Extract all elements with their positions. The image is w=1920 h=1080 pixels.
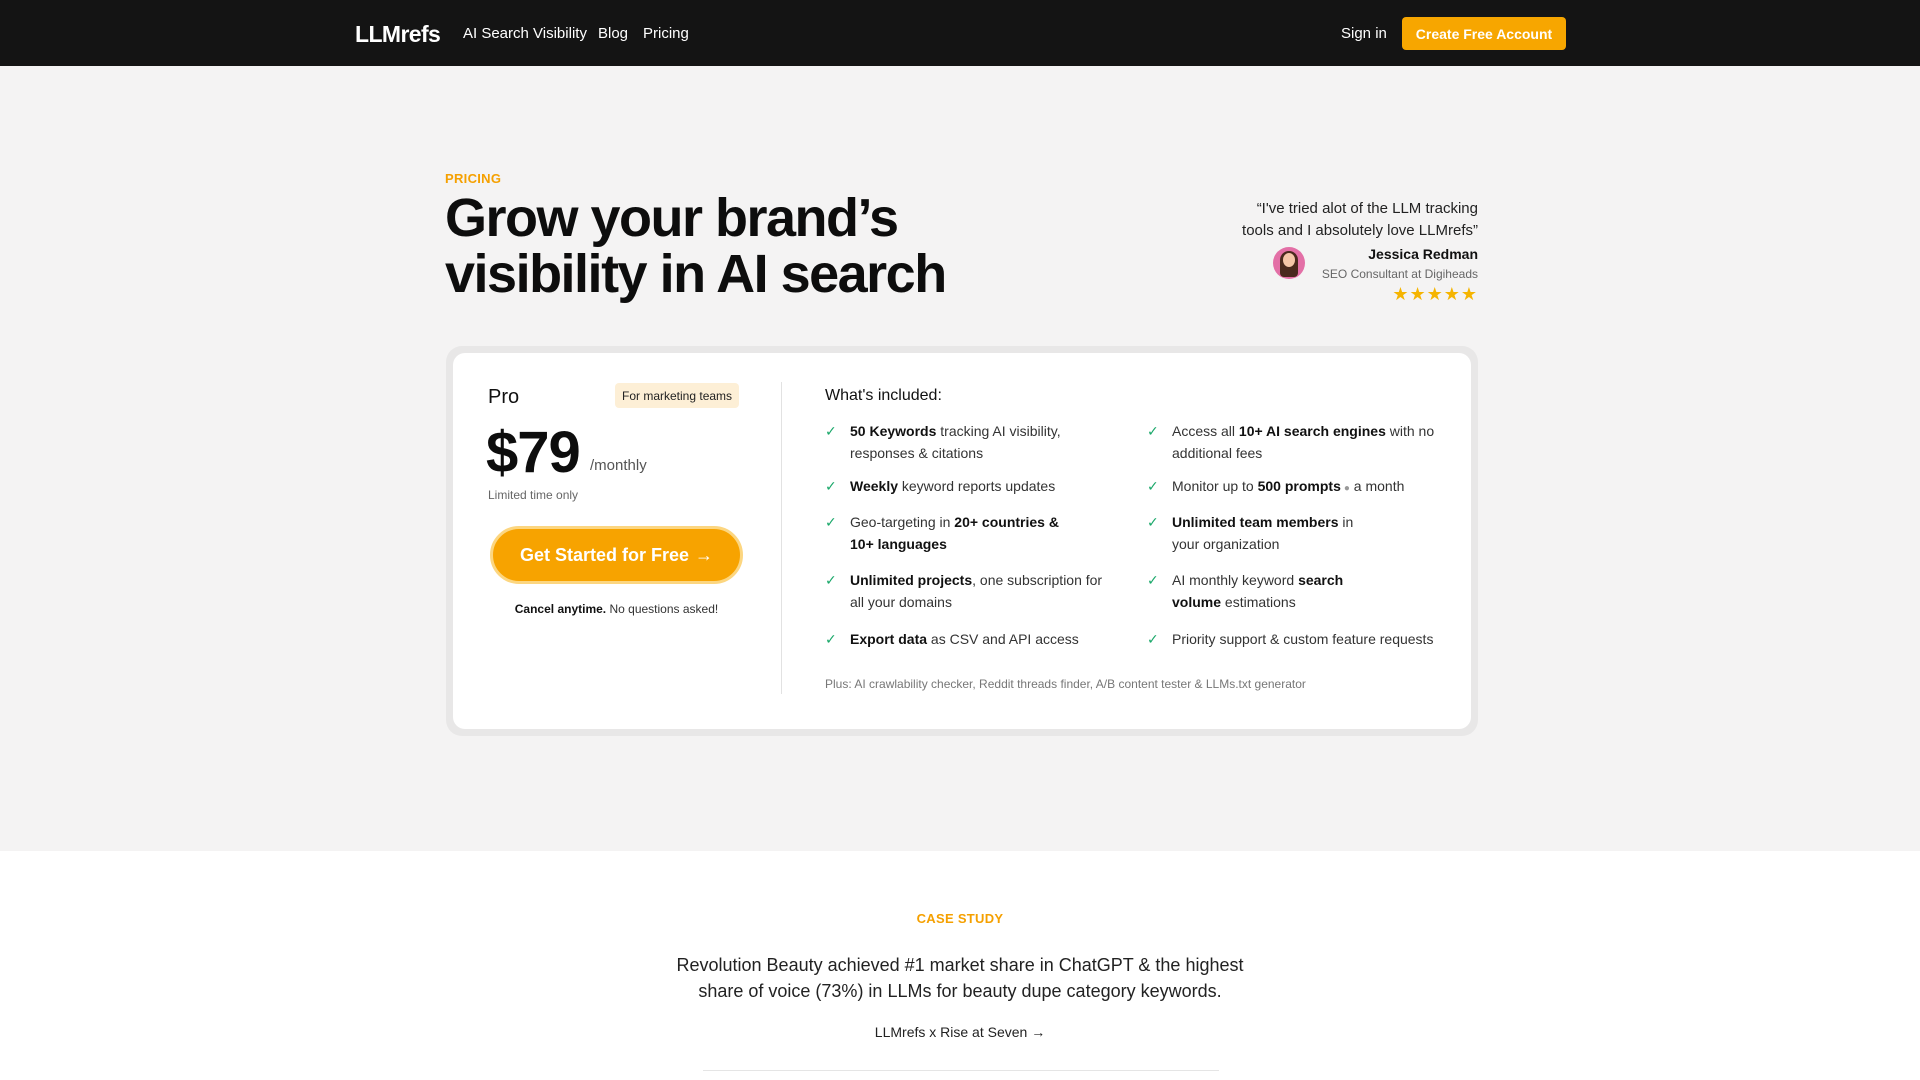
case-study-link[interactable]: LLMrefs x Rise at Seven →	[0, 1024, 1920, 1040]
headline-line-1: Grow your brand’s	[445, 188, 899, 248]
check-icon: ✓	[1147, 572, 1159, 588]
check-icon: ✓	[1147, 423, 1159, 439]
feature-geo: ✓ Geo-targeting in 20+ countries & 10+ la…	[825, 511, 1115, 555]
feature-keywords: ✓ 50 Keywords tracking AI visibility, res…	[825, 420, 1115, 464]
nav-link-pricing[interactable]: Pricing	[643, 25, 689, 42]
star-rating-icon: ★★★★★	[1392, 284, 1478, 304]
feature-export: ✓ Export data as CSV and API access	[825, 628, 1125, 650]
arrow-right-icon: →	[695, 544, 714, 565]
testimonial-quote: “I've tried alot of the LLM tracking too…	[1200, 198, 1478, 242]
testimonial-author: Jessica Redman SEO Consultant at Digihea…	[1200, 246, 1478, 304]
get-started-label: Get Started for Free	[519, 544, 690, 565]
author-role: SEO Consultant at Digiheads	[1321, 267, 1478, 281]
feature-team: ✓ Unlimited team members in your organiza…	[1147, 511, 1447, 555]
author-name: Jessica Redman	[1368, 246, 1478, 262]
card-divider	[781, 382, 782, 694]
section-rule	[703, 1070, 1219, 1071]
quote-line-2: tools and I absolutely love LLMrefs”	[1242, 222, 1478, 239]
case-line-1: Revolution Beauty achieved #1 market sha…	[676, 955, 1244, 975]
quote-line-1: “I've tried alot of the LLM tracking	[1256, 200, 1478, 217]
check-icon: ✓	[825, 514, 837, 530]
case-line-2: share of voice (73%) in LLMs for beauty …	[698, 981, 1222, 1001]
signin-link[interactable]: Sign in	[1341, 25, 1387, 42]
plan-name: Pro	[488, 386, 520, 408]
case-study-eyebrow: CASE STUDY	[916, 911, 1004, 926]
plus-features: Plus: AI crawlability checker, Reddit th…	[825, 677, 1306, 691]
cancel-note: Cancel anytime. No questions asked!	[490, 602, 743, 616]
nav-link-ai-search-visibility[interactable]: AI Search Visibility	[463, 25, 587, 42]
check-icon: ✓	[1147, 631, 1159, 647]
plan-badge: For marketing teams	[615, 383, 740, 408]
feature-prompts: ✓ Monitor up to 500 prompts ● a month	[1147, 475, 1447, 497]
cancel-rest: No questions asked!	[606, 602, 719, 616]
pricing-eyebrow: PRICING	[445, 171, 502, 186]
check-icon: ✓	[1147, 478, 1159, 494]
plan-period: /monthly	[590, 457, 647, 474]
feature-support: ✓ Priority support & custom feature requ…	[1147, 628, 1457, 650]
plan-price: $79	[486, 420, 581, 485]
feature-projects: ✓ Unlimited projects, one subscription f…	[825, 569, 1125, 613]
check-icon: ✓	[825, 572, 837, 588]
check-icon: ✓	[825, 631, 837, 647]
feature-weekly: ✓ Weekly keyword reports updates	[825, 475, 1115, 497]
cancel-bold: Cancel anytime.	[514, 602, 607, 616]
page-title: Grow your brand’s visibility in AI searc…	[445, 188, 947, 304]
feature-engines: ✓ Access all 10+ AI search engines with …	[1147, 420, 1447, 464]
testimonial: “I've tried alot of the LLM tracking too…	[1200, 198, 1478, 304]
check-icon: ✓	[1147, 514, 1159, 530]
headline-line-2: visibility in AI search	[445, 244, 947, 304]
logo[interactable]: LLMrefs	[355, 21, 441, 48]
check-icon: ✓	[825, 423, 837, 439]
case-study-text: Revolution Beauty achieved #1 market sha…	[660, 952, 1260, 1004]
plan-note: Limited time only	[488, 488, 579, 502]
create-account-button[interactable]: Create Free Account	[1402, 17, 1566, 50]
nav-link-blog[interactable]: Blog	[598, 25, 628, 42]
top-nav: LLMrefs AI Search Visibility Blog Pricin…	[0, 0, 1920, 66]
get-started-button[interactable]: Get Started for Free →	[490, 526, 743, 584]
check-icon: ✓	[825, 478, 837, 494]
avatar	[1273, 247, 1305, 279]
feature-volume: ✓ AI monthly keyword search volume estima…	[1147, 569, 1447, 613]
included-title: What's included:	[825, 387, 942, 404]
